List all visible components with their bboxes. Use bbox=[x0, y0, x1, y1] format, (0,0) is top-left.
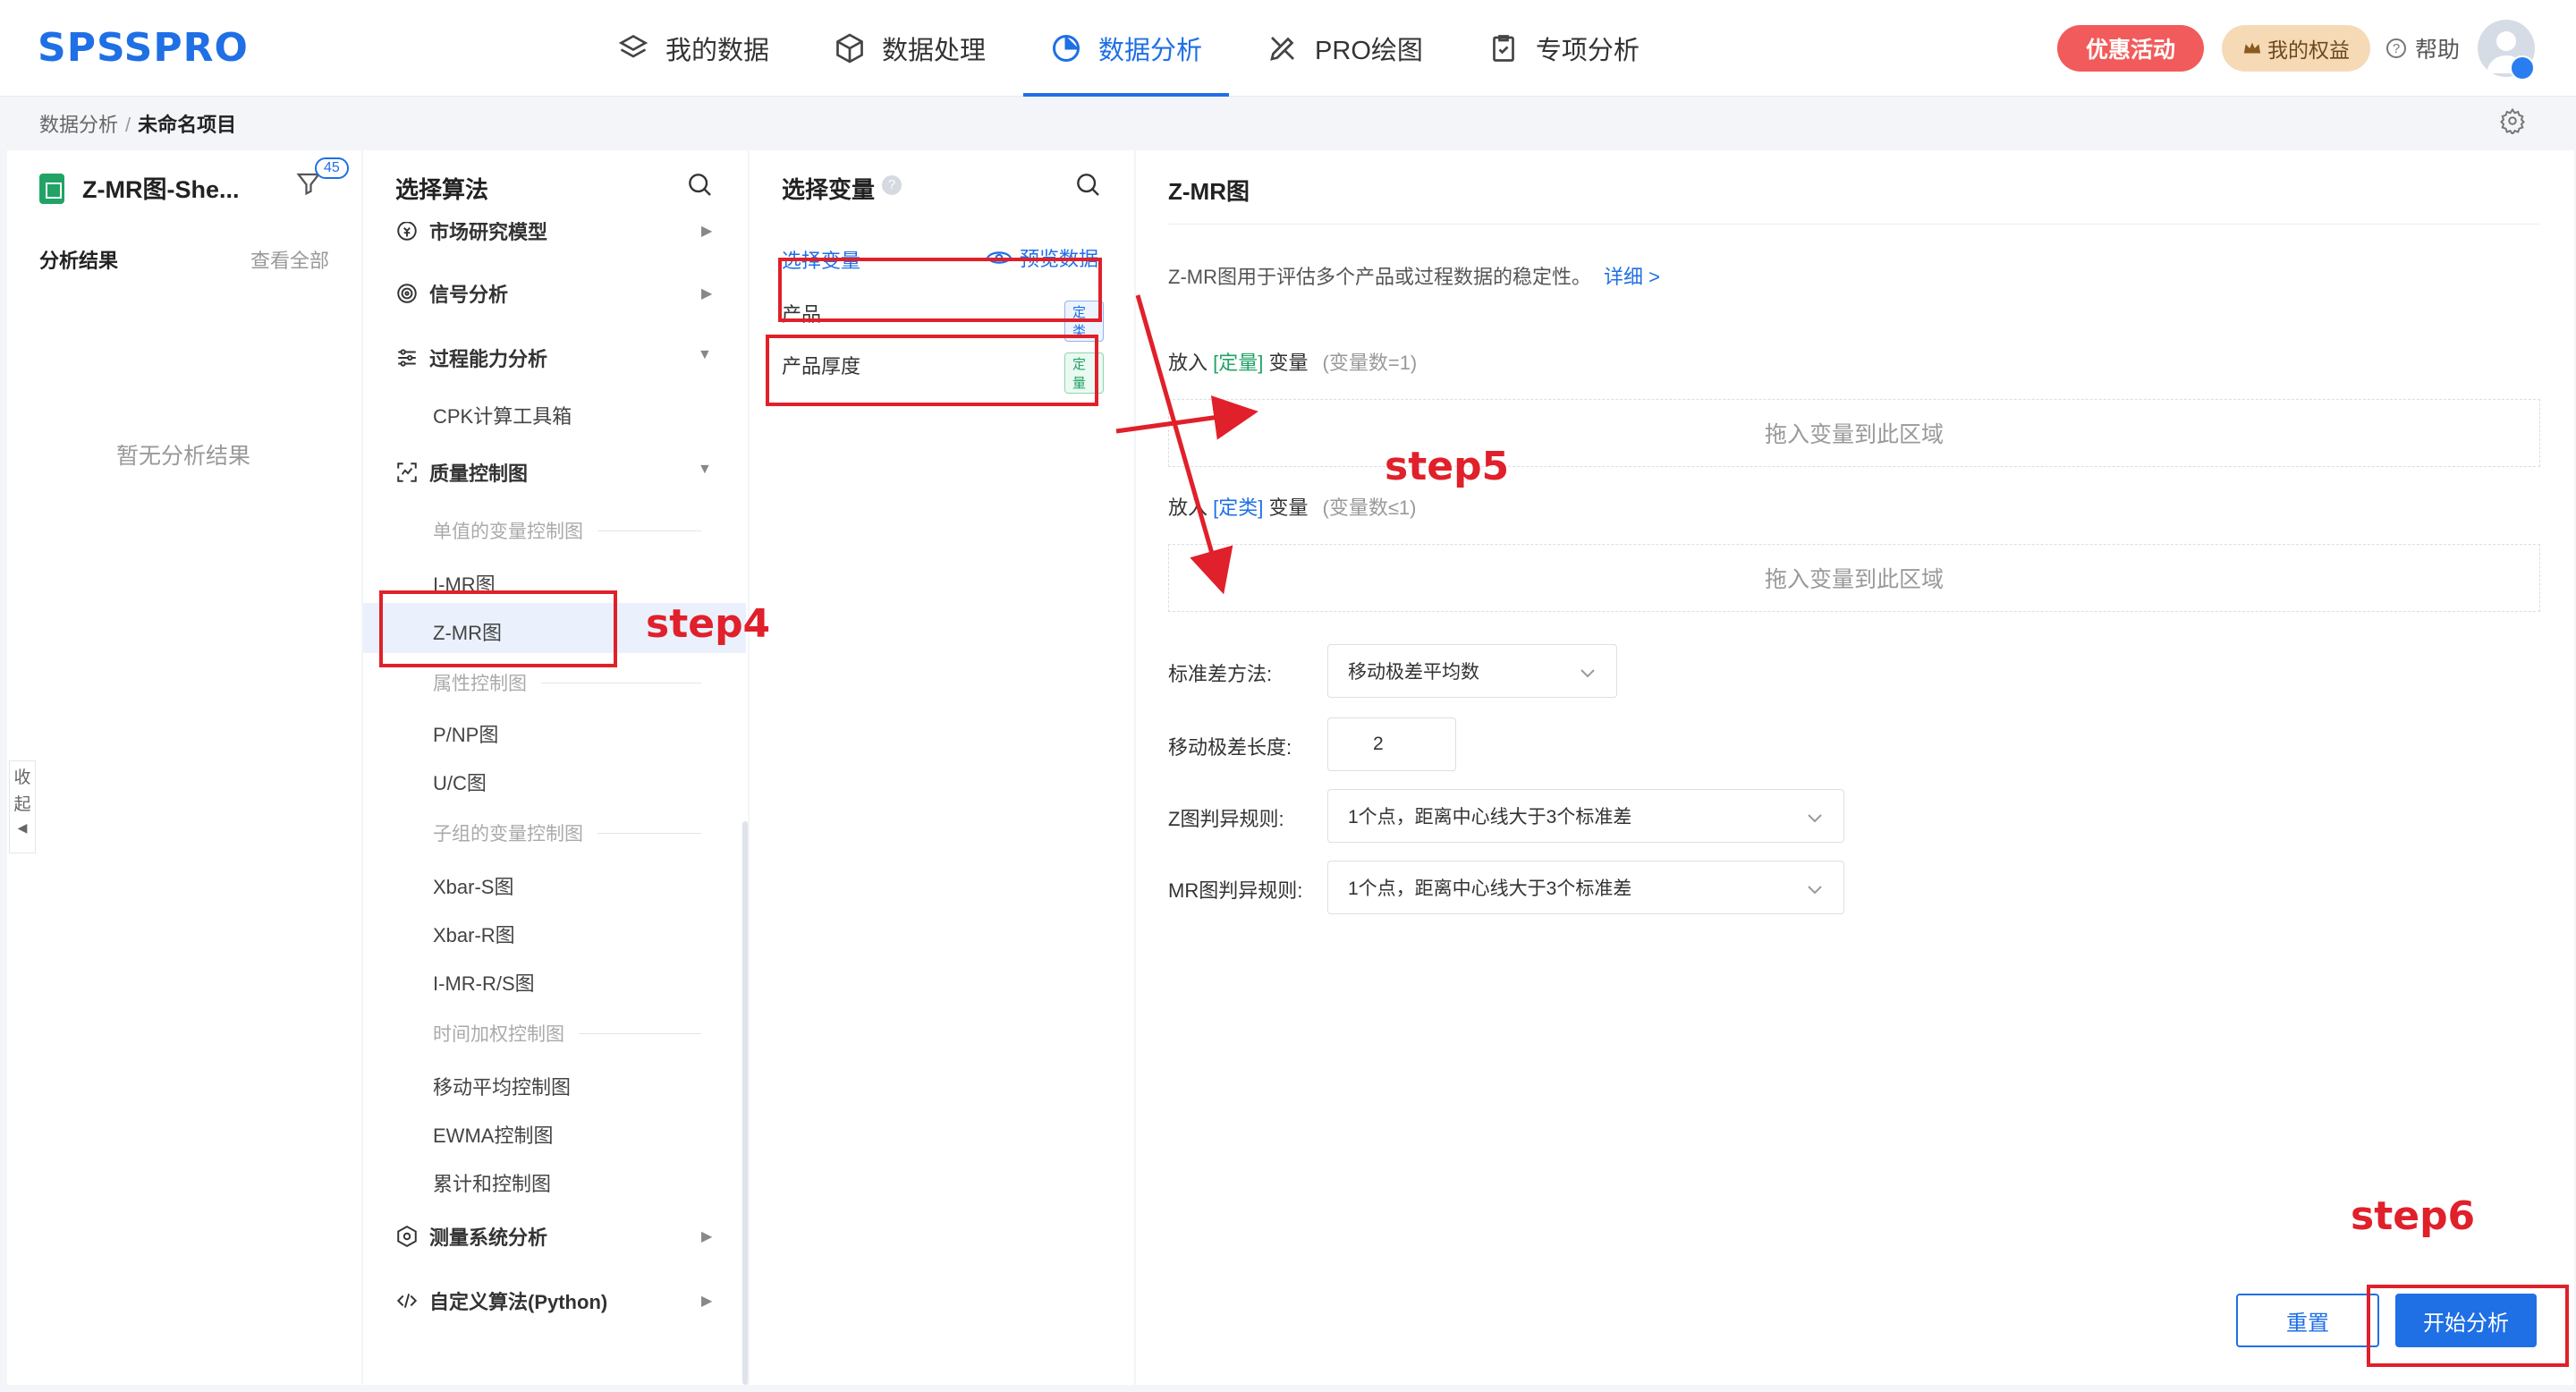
annotation-arrows bbox=[1115, 294, 1258, 595]
arrow-to-quantitative-slot bbox=[1115, 395, 1258, 440]
arrow-to-categorical-slot bbox=[1135, 294, 1233, 595]
